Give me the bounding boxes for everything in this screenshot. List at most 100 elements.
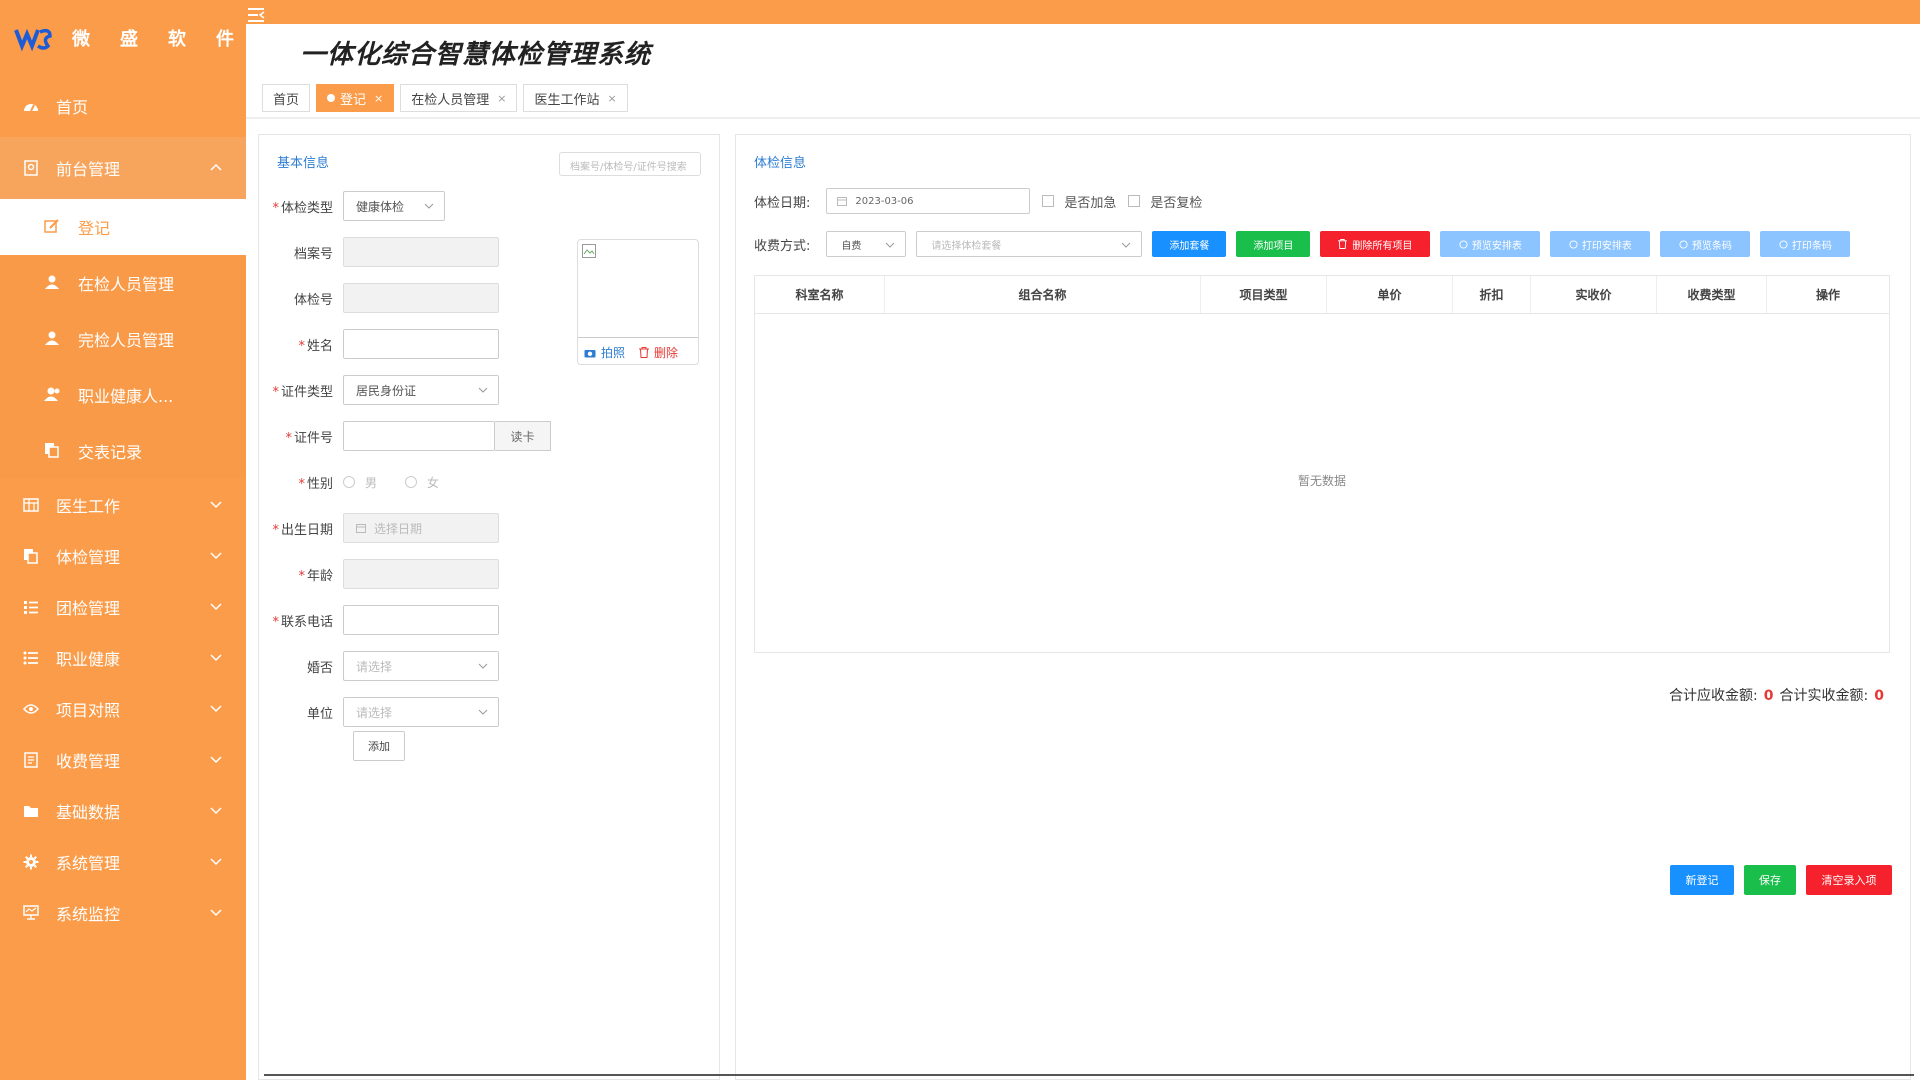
recheck-checkbox[interactable]: 是否复检 <box>1128 192 1202 211</box>
close-icon[interactable]: × <box>497 92 506 105</box>
gender-male-radio[interactable]: 男 <box>343 474 377 491</box>
sidebar-item-6[interactable]: 基础数据 <box>0 785 246 836</box>
preview-schedule-button[interactable]: 预览安排表 <box>1440 231 1541 257</box>
sidebar-item-0[interactable]: 医生工作 <box>0 479 246 530</box>
delete-all-items-button[interactable]: 删除所有项目 <box>1320 231 1431 257</box>
field-label: 婚否 <box>306 660 333 676</box>
button-label: 预览条码 <box>1691 240 1732 252</box>
read-card-button[interactable]: 读卡 <box>495 421 551 451</box>
sidebar-item-label: 职业健康人... <box>78 387 174 406</box>
print-schedule-button[interactable]: 打印安排表 <box>1550 231 1651 257</box>
sidebar-item-home[interactable]: 首页 <box>0 75 246 137</box>
radio-circle-icon <box>343 476 355 488</box>
clear-inputs-button[interactable]: 清空录入项 <box>1806 865 1892 895</box>
sidebar-item-front[interactable]: 前台管理 <box>0 137 246 199</box>
search-input[interactable]: 档案号/体检号/证件号搜索 <box>559 152 701 176</box>
monitor-icon <box>22 904 40 922</box>
placeholder-text: 请选择体检套餐 <box>931 240 1002 252</box>
marital-select[interactable]: 请选择 <box>343 651 499 681</box>
sidebar-item-register[interactable]: 登记 <box>0 199 246 255</box>
form-row-exam-no: 体检号 <box>259 283 499 313</box>
tab-home[interactable]: 首页 <box>262 84 311 112</box>
tab-label: 医生工作站 <box>534 92 600 108</box>
chevron-down-icon <box>210 858 222 866</box>
chevron-up-icon <box>210 163 222 171</box>
top-strip <box>0 0 1920 24</box>
sidebar-item-7[interactable]: 系统管理 <box>0 836 246 887</box>
print-barcode-button[interactable]: 打印条码 <box>1760 231 1851 257</box>
column-header: 折扣 <box>1453 276 1531 313</box>
button-label: 删除 <box>654 346 679 360</box>
new-register-button[interactable]: 新登记 <box>1670 865 1734 895</box>
select-value: 居民身份证 <box>356 383 417 398</box>
tab-register[interactable]: 登记 × <box>316 84 395 112</box>
sidebar-item-label: 交表记录 <box>78 443 143 462</box>
menu-toggle-icon[interactable] <box>246 6 266 24</box>
sidebar-item-label: 完检人员管理 <box>78 331 175 350</box>
sidebar-item-submit-record[interactable]: 交表记录 <box>0 423 246 479</box>
sidebar-item-1[interactable]: 体检管理 <box>0 530 246 581</box>
field-label: 证件号 <box>293 430 333 446</box>
front-submenu: 在检人员管理 完检人员管理 职业健康人... 交表记录 <box>0 255 246 479</box>
tab-label: 首页 <box>273 92 300 108</box>
delete-photo-button[interactable]: 删除 <box>639 344 678 361</box>
preview-barcode-button[interactable]: 预览条码 <box>1660 231 1751 257</box>
add-item-button[interactable]: 添加项目 <box>1236 231 1311 257</box>
take-photo-button[interactable]: 拍照 <box>584 344 625 361</box>
column-header: 科室名称 <box>755 276 885 313</box>
folder-icon <box>22 802 40 820</box>
tab-doctor-station[interactable]: 医生工作站 × <box>523 84 628 112</box>
sidebar-item-5[interactable]: 收费管理 <box>0 734 246 785</box>
field-label: 出生日期 <box>280 522 333 538</box>
phone-field[interactable] <box>343 605 499 635</box>
urgent-checkbox[interactable]: 是否加急 <box>1042 192 1116 211</box>
sidebar-item-2[interactable]: 团检管理 <box>0 581 246 632</box>
sidebar-item-8[interactable]: 系统监控 <box>0 887 246 938</box>
id-no-field[interactable] <box>343 421 495 451</box>
monitor-icon <box>22 159 40 177</box>
sidebar-item-3[interactable]: 职业健康 <box>0 632 246 683</box>
save-button[interactable]: 保存 <box>1744 865 1796 895</box>
field-label: 体检类型 <box>280 200 333 216</box>
add-package-button[interactable]: 添加套餐 <box>1152 231 1227 257</box>
close-icon[interactable]: × <box>374 92 383 105</box>
field-label: 年龄 <box>306 568 333 584</box>
sidebar-item-done-exam[interactable]: 完检人员管理 <box>0 311 246 367</box>
field-label: 体检号 <box>293 292 333 308</box>
id-type-select[interactable]: 居民身份证 <box>343 375 499 405</box>
column-header: 实收价 <box>1531 276 1657 313</box>
chevron-down-icon <box>478 387 488 393</box>
total-due-value: 0 <box>1763 688 1774 704</box>
sidebar: 微 盛 软 件 首页 前台管理 登记 在检人员管理 完检人员管理 职业健康人..… <box>0 0 246 1080</box>
exam-date-picker[interactable]: 2023-03-06 <box>826 188 1031 214</box>
birth-date-picker[interactable]: 选择日期 <box>343 513 499 543</box>
form-row-birth: * 出生日期 选择日期 <box>259 513 499 543</box>
add-unit-button[interactable]: 添加 <box>353 731 405 761</box>
chevron-down-icon <box>886 242 895 248</box>
close-icon[interactable]: × <box>608 92 617 105</box>
checkbox-label: 是否加急 <box>1064 195 1117 211</box>
name-field[interactable] <box>343 329 499 359</box>
broken-image-icon <box>582 244 596 258</box>
tab-in-exam[interactable]: 在检人员管理 × <box>400 84 518 112</box>
exam-items-table: 科室名称 组合名称 项目类型 单价 折扣 实收价 收费类型 操作 暂无数据 <box>754 275 1890 653</box>
sidebar-item-label: 登记 <box>78 219 111 238</box>
exam-type-select[interactable]: 健康体检 <box>343 191 445 221</box>
button-label: 拍照 <box>601 346 626 360</box>
sidebar-item-label: 职业健康 <box>56 649 121 669</box>
gender-female-radio[interactable]: 女 <box>405 474 439 491</box>
sidebar-item-in-exam[interactable]: 在检人员管理 <box>0 255 246 311</box>
sidebar-item-4[interactable]: 项目对照 <box>0 683 246 734</box>
chevron-down-icon <box>210 603 222 611</box>
package-select[interactable]: 请选择体检套餐 <box>916 231 1143 257</box>
column-header: 收费类型 <box>1657 276 1767 313</box>
radio-label: 男 <box>365 475 378 490</box>
exam-no-field <box>343 283 499 313</box>
checkbox-box-icon <box>1128 195 1141 207</box>
unit-select[interactable]: 请选择 <box>343 697 499 727</box>
copy-icon <box>44 442 62 460</box>
payment-select[interactable]: 自费 <box>826 231 907 257</box>
sidebar-item-occupational[interactable]: 职业健康人... <box>0 367 246 423</box>
field-label: 单位 <box>306 706 333 722</box>
active-dot-icon <box>327 94 336 102</box>
